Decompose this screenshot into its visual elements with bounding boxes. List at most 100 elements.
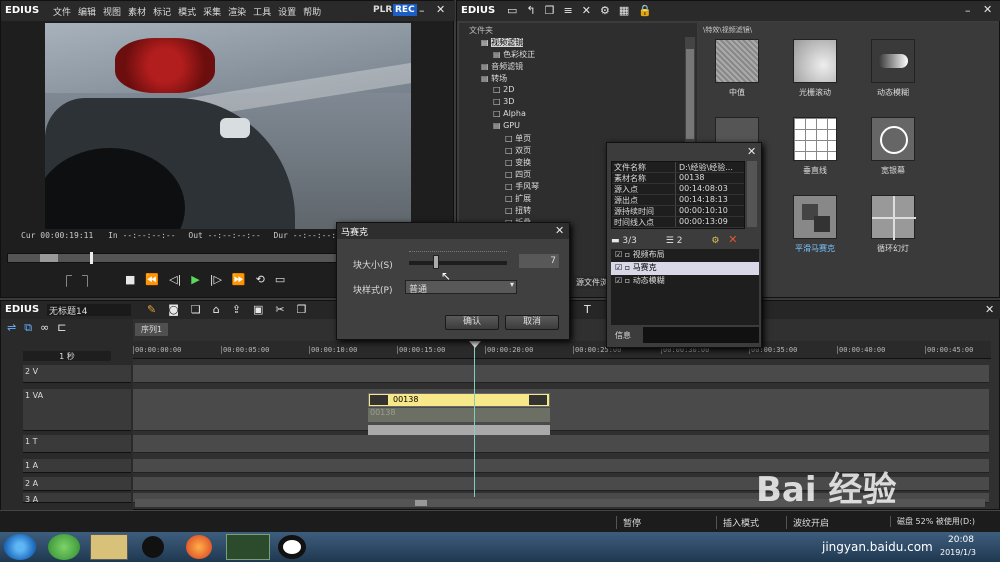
track-header-4[interactable]: 2 A: [23, 477, 131, 491]
block-size-value[interactable]: 7: [519, 254, 559, 268]
camera-icon[interactable]: ◙: [168, 303, 179, 316]
info-close-icon[interactable]: ✕: [747, 145, 756, 158]
timeline-close-icon[interactable]: ✕: [985, 303, 994, 316]
track-header-0[interactable]: 2 V: [23, 365, 131, 383]
tree-item-0[interactable]: ▤ 视频滤镜: [459, 37, 685, 49]
ripple-icon[interactable]: ⊏: [57, 321, 66, 335]
info-scrollbar[interactable]: [747, 161, 757, 227]
layer-settings-icon[interactable]: ⚙: [711, 236, 719, 246]
block-style-select[interactable]: 普通 ▾: [405, 280, 517, 295]
tree-item-4[interactable]: □ 2D: [459, 85, 685, 97]
fast-forward-icon[interactable]: ⏩: [232, 273, 246, 289]
layer-item-0[interactable]: ☑ ▫ 视频布局: [611, 249, 759, 262]
menu-item-2[interactable]: 视图: [103, 5, 121, 18]
delete-icon[interactable]: ✕: [582, 4, 591, 17]
menu-item-6[interactable]: 采集: [203, 5, 221, 18]
menu-item-0[interactable]: 文件: [53, 5, 71, 18]
track-header-2[interactable]: 1 T: [23, 435, 131, 453]
view-icon[interactable]: ▦: [619, 4, 629, 17]
save-icon[interactable]: ▣: [253, 303, 263, 316]
loop-icon[interactable]: ⟲: [256, 273, 265, 289]
layer-item-1[interactable]: ☑ ▫ 马赛克: [611, 262, 759, 275]
taskbar-app-0[interactable]: [48, 534, 80, 560]
track-header-1[interactable]: 1 VA: [23, 389, 131, 431]
cursor-head[interactable]: [469, 341, 481, 348]
scrub-handle[interactable]: [40, 254, 58, 262]
taskbar-app-2[interactable]: [142, 536, 164, 558]
track-header-3[interactable]: 1 A: [23, 459, 131, 473]
output-icon[interactable]: ▭: [275, 273, 285, 289]
thumb-5[interactable]: [871, 117, 915, 161]
start-button[interactable]: [4, 534, 36, 560]
layer-checkbox[interactable]: ☑: [615, 250, 625, 259]
layer-checkbox[interactable]: ☑: [615, 263, 625, 272]
set-in-icon[interactable]: ⎾: [61, 273, 72, 289]
menu-item-9[interactable]: 设置: [278, 5, 296, 18]
properties-icon[interactable]: ⚙: [600, 4, 610, 17]
thumb-2[interactable]: [871, 39, 915, 83]
sync-icon[interactable]: ⇌: [7, 321, 16, 335]
layer-item-2[interactable]: ☑ ▫ 动态模糊: [611, 275, 759, 288]
tree-item-6[interactable]: □ Alpha: [459, 109, 685, 121]
menu-item-5[interactable]: 模式: [178, 5, 196, 18]
track-lane-2[interactable]: [133, 435, 989, 453]
stop-icon[interactable]: ■: [125, 273, 135, 289]
thumb-1[interactable]: [793, 39, 837, 83]
track-lane-0[interactable]: [133, 365, 989, 383]
step-back-icon[interactable]: ◁|: [169, 273, 181, 289]
folder-icon[interactable]: ▭: [507, 4, 517, 17]
tree-item-7[interactable]: ▤ GPU: [459, 121, 685, 133]
menu-item-10[interactable]: 帮助: [303, 5, 321, 18]
cancel-button[interactable]: 取消: [505, 315, 559, 330]
sequence-tab[interactable]: 序列1: [135, 323, 169, 336]
taskbar-app-5[interactable]: [278, 535, 306, 559]
tree-item-3[interactable]: ▤ 转场: [459, 73, 685, 85]
thumb-0[interactable]: [715, 39, 759, 83]
copy-icon[interactable]: ❐: [545, 4, 555, 17]
track-lane-1[interactable]: [133, 389, 989, 431]
menu-item-4[interactable]: 标记: [153, 5, 171, 18]
thumb-7[interactable]: [793, 195, 837, 239]
set-out-icon[interactable]: ⏋: [82, 273, 93, 289]
thumb-4[interactable]: [793, 117, 837, 161]
paste-icon[interactable]: ❐: [297, 303, 307, 316]
cut-icon[interactable]: ✂: [275, 303, 284, 316]
layer-delete-icon[interactable]: ✕: [728, 233, 737, 246]
audio-clip-ghost[interactable]: 00138: [368, 408, 550, 422]
open-icon[interactable]: ⌂: [213, 303, 220, 316]
tree-item-5[interactable]: □ 3D: [459, 97, 685, 109]
close-icon[interactable]: ✕: [436, 3, 445, 16]
track-header-5[interactable]: 3 A: [23, 493, 131, 504]
dialog-close-icon[interactable]: ✕: [555, 224, 564, 237]
taskbar-app-3[interactable]: [186, 535, 212, 559]
time-ruler[interactable]: 00:00:00:00 00:00:05:00 00:00:10:00 00:00:1…: [133, 341, 991, 359]
rec-button[interactable]: REC: [393, 4, 417, 16]
lock-icon[interactable]: 🔒: [638, 4, 652, 17]
mode-icon[interactable]: ✎: [147, 303, 156, 316]
minimize-icon[interactable]: –: [419, 4, 425, 17]
ok-button[interactable]: 确认: [445, 315, 499, 330]
export-icon[interactable]: ⇪: [232, 303, 241, 316]
play-icon[interactable]: ▶: [191, 273, 199, 289]
step-forward-icon[interactable]: |▷: [210, 273, 222, 289]
text-tool-icon[interactable]: T: [584, 303, 591, 316]
block-size-slider[interactable]: [409, 255, 507, 269]
video-clip[interactable]: 00138: [368, 393, 550, 407]
up-folder-icon[interactable]: ↰: [526, 4, 535, 17]
menu-item-1[interactable]: 编辑: [78, 5, 96, 18]
rewind-icon[interactable]: ⏪: [145, 273, 159, 289]
taskbar-app-4[interactable]: [226, 534, 270, 560]
link-icon[interactable]: ∞: [40, 321, 49, 335]
tree-item-1[interactable]: ▤ 色彩校正: [459, 49, 685, 61]
tree-item-2[interactable]: ▤ 音频滤镜: [459, 61, 685, 73]
layer-checkbox[interactable]: ☑: [615, 276, 625, 285]
taskbar-app-1[interactable]: [90, 534, 128, 560]
thumb-8[interactable]: [871, 195, 916, 240]
effects-minimize-icon[interactable]: –: [965, 4, 971, 17]
effects-close-icon[interactable]: ✕: [983, 3, 992, 16]
align-icon[interactable]: ≡: [564, 4, 573, 17]
group-icon[interactable]: ⧉: [24, 321, 32, 335]
new-icon[interactable]: ❏: [191, 303, 201, 316]
menu-item-8[interactable]: 工具: [253, 5, 271, 18]
menu-item-3[interactable]: 素材: [128, 5, 146, 18]
